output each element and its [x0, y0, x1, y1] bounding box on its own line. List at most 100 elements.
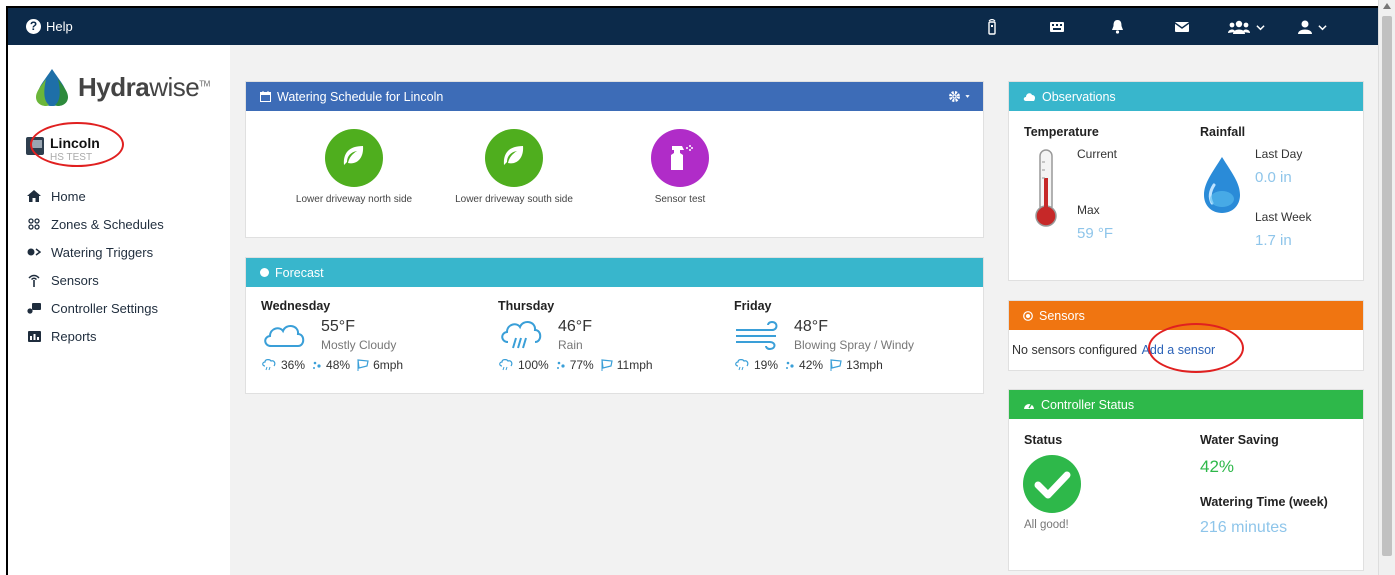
calendar-icon: [260, 91, 271, 102]
water-drop-icon: [1204, 157, 1240, 213]
forecast-humidity: 77%: [569, 358, 594, 372]
leaf-icon: [503, 146, 524, 165]
logo-wordmark: HydrawiseTM: [78, 71, 210, 102]
forecast-header: Forecast: [246, 258, 983, 287]
controller-status-header: Controller Status: [1009, 390, 1363, 419]
last-day-label: Last Day: [1255, 147, 1303, 161]
forecast-day-name: Wednesday: [261, 299, 331, 313]
nav-item-watering-triggers[interactable]: Watering Triggers: [26, 238, 164, 266]
forecast-temp: 46°F: [558, 318, 592, 335]
user-menu-button[interactable]: [1298, 18, 1327, 36]
zone-tile[interactable]: Lower driveway north side: [274, 129, 434, 205]
messages-button[interactable]: [1175, 18, 1189, 36]
users-icon: [1228, 20, 1250, 34]
forecast-panel: Forecast Wednesday 55°F Mostly Cloudy 36…: [245, 257, 984, 394]
chevron-down-icon: [965, 95, 970, 98]
nav-item-sensors[interactable]: Sensors: [26, 266, 164, 294]
help-label: Help: [46, 19, 73, 34]
notifications-button[interactable]: [1111, 18, 1124, 36]
gear-icon: [949, 91, 960, 102]
spray-bottle-icon: [671, 145, 693, 170]
add-sensor-link[interactable]: Add a sensor: [1142, 343, 1216, 357]
temperature-label: Temperature: [1024, 125, 1099, 139]
chevron-down-icon: [1256, 24, 1265, 30]
forecast-humidity: 48%: [326, 358, 351, 372]
sensors-header: Sensors: [1009, 301, 1363, 330]
forecast-day: Wednesday 55°F Mostly Cloudy 36% 48% 6mp…: [261, 299, 403, 372]
nav-item-zones-schedules[interactable]: Zones & Schedules: [26, 210, 164, 238]
forecast-title: Forecast: [275, 265, 324, 280]
nav-label: Reports: [51, 328, 97, 344]
forecast-temp: 55°F: [321, 318, 355, 335]
watering-schedule-header: Watering Schedule for Lincoln: [246, 82, 983, 111]
forecast-rain: 19%: [754, 358, 779, 372]
scrollbar-thumb[interactable]: [1382, 16, 1392, 556]
rain-chance-icon: [735, 359, 749, 371]
humidity-icon: [786, 361, 794, 369]
humidity-icon: [313, 361, 321, 369]
checkmark-circle-icon: [1023, 455, 1081, 513]
forecast-humidity: 42%: [799, 358, 824, 372]
user-icon: [1298, 20, 1312, 34]
water-saving-value: 42%: [1200, 457, 1235, 476]
forecast-day: Thursday 46°F Rain 100% 77% 11mph: [498, 299, 653, 372]
forecast-condition: Blowing Spray / Windy: [794, 338, 915, 352]
rainfall-label: Rainfall: [1200, 125, 1246, 139]
rain-cloud-icon: [501, 321, 542, 349]
nav-label: Home: [51, 188, 86, 204]
forecast-day-name: Friday: [734, 299, 772, 313]
watering-schedule-title: Watering Schedule for Lincoln: [277, 89, 444, 104]
zones-icon: [26, 216, 42, 232]
nav-item-reports[interactable]: Reports: [26, 322, 164, 350]
zone-disc: [325, 129, 383, 187]
zone-tile[interactable]: Sensor test: [600, 129, 760, 205]
scroll-up-arrow-icon[interactable]: [1383, 3, 1391, 9]
current-label: Current: [1077, 147, 1118, 161]
observations-title: Observations: [1042, 89, 1116, 104]
forecast-wind: 6mph: [373, 358, 404, 372]
controller-icon: [26, 137, 44, 155]
top-navbar: ? Help: [8, 8, 1378, 45]
remote-button[interactable]: [988, 18, 996, 36]
controller-selector[interactable]: Lincoln HS TEST: [26, 135, 100, 163]
wind-icon: [736, 320, 778, 350]
remote-icon: [988, 19, 996, 35]
controller-name: Lincoln: [50, 135, 100, 151]
watering-time-label: Watering Time (week): [1200, 495, 1328, 509]
cloud-icon: [264, 325, 305, 347]
nav-item-home[interactable]: Home: [26, 182, 164, 210]
nav-item-controller-settings[interactable]: Controller Settings: [26, 294, 164, 322]
circle-icon: [260, 268, 269, 277]
keyboard-icon: [1050, 22, 1064, 32]
schedule-settings-button[interactable]: [948, 90, 971, 103]
cloud-icon: [1023, 93, 1036, 101]
sensor-target-icon: [1023, 310, 1033, 321]
leaf-icon: [343, 146, 364, 165]
zone-tile[interactable]: Lower driveway south side: [434, 129, 594, 205]
keyboard-button[interactable]: [1050, 18, 1064, 36]
nav-label: Watering Triggers: [51, 244, 154, 260]
zone-label: Lower driveway north side: [295, 194, 413, 205]
reports-icon: [26, 328, 42, 344]
wind-sock-icon: [601, 359, 613, 371]
water-drop-logo-icon: [36, 69, 68, 106]
envelope-icon: [1175, 22, 1189, 32]
rain-chance-icon: [262, 359, 276, 371]
watering-time-value: 216 minutes: [1200, 519, 1288, 536]
sidebar: HydrawiseTM Lincoln HS TEST Home Zones &: [8, 45, 230, 575]
zone-label: Sensor test: [654, 194, 706, 205]
forecast-day: Friday 48°F Blowing Spray / Windy 19% 42…: [734, 299, 914, 372]
vertical-scrollbar[interactable]: [1378, 0, 1395, 575]
controller-status-title: Controller Status: [1041, 397, 1135, 412]
help-button[interactable]: ? Help: [26, 19, 73, 34]
status-label: Status: [1024, 433, 1063, 447]
sensors-title: Sensors: [1039, 308, 1085, 323]
max-temp-value: 59 °F: [1077, 225, 1114, 242]
last-week-label: Last Week: [1255, 210, 1312, 224]
forecast-day-name: Thursday: [498, 299, 555, 313]
users-menu-button[interactable]: [1228, 18, 1265, 36]
antenna-icon: [26, 272, 42, 288]
humidity-icon: [556, 361, 565, 369]
no-sensors-message: No sensors configured: [1012, 343, 1138, 357]
hydrawise-logo[interactable]: HydrawiseTM: [32, 67, 210, 107]
